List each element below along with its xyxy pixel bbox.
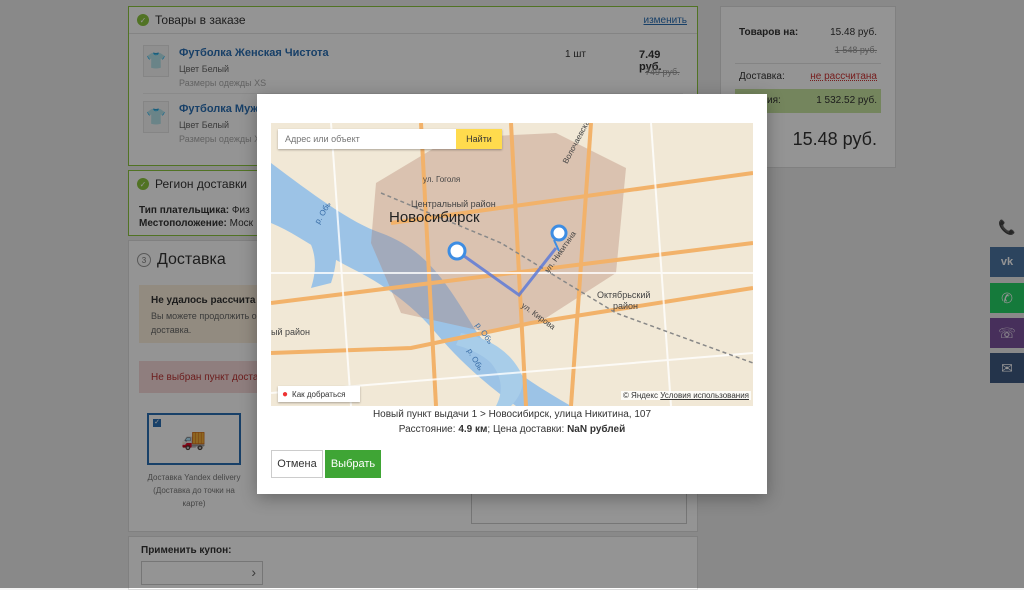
- map-label-left-district: ый район: [271, 327, 311, 337]
- price-label: Цена доставки:: [492, 424, 565, 435]
- map-label-city: Новосибирск: [389, 209, 480, 226]
- route-link-label: Как добраться: [292, 389, 346, 399]
- map-copyright: © Яндекс Условия использования: [620, 391, 751, 400]
- distance-value: 4.9 км: [458, 424, 488, 435]
- map-route-button[interactable]: ● Как добраться: [278, 386, 360, 402]
- price-value: NaN рублей: [567, 424, 626, 435]
- map-search-button[interactable]: Найти: [456, 129, 502, 149]
- map-label-oktyabr-2: район: [613, 301, 639, 311]
- select-button[interactable]: Выбрать: [325, 450, 381, 478]
- map-pin-icon: ●: [282, 388, 289, 400]
- map-label-oktyabr-1: Октябрьский: [597, 290, 651, 300]
- yandex-copyright: © Яндекс: [622, 391, 658, 400]
- map-search-bar: Найти: [278, 129, 502, 149]
- map-label-central: Центральный район: [411, 199, 496, 209]
- cancel-button[interactable]: Отмена: [271, 450, 323, 478]
- distance-label: Расстояние:: [398, 424, 456, 435]
- map-search-input[interactable]: [278, 129, 448, 149]
- point-info-text: Новый пункт выдачи 1 > Новосибирск, улиц…: [372, 409, 652, 420]
- terms-link[interactable]: Условия использования: [660, 391, 749, 400]
- distance-price-line: Расстояние: 4.9 км; Цена доставки: NaN р…: [398, 424, 626, 435]
- map-canvas[interactable]: [271, 123, 753, 406]
- start-marker[interactable]: [447, 241, 467, 261]
- pickup-map-modal: Найти Новосибирск Центральный район ул. …: [257, 94, 767, 494]
- map-label-gogol: ул. Гоголя: [423, 175, 461, 184]
- yandex-map[interactable]: Найти Новосибирск Центральный район ул. …: [271, 123, 753, 406]
